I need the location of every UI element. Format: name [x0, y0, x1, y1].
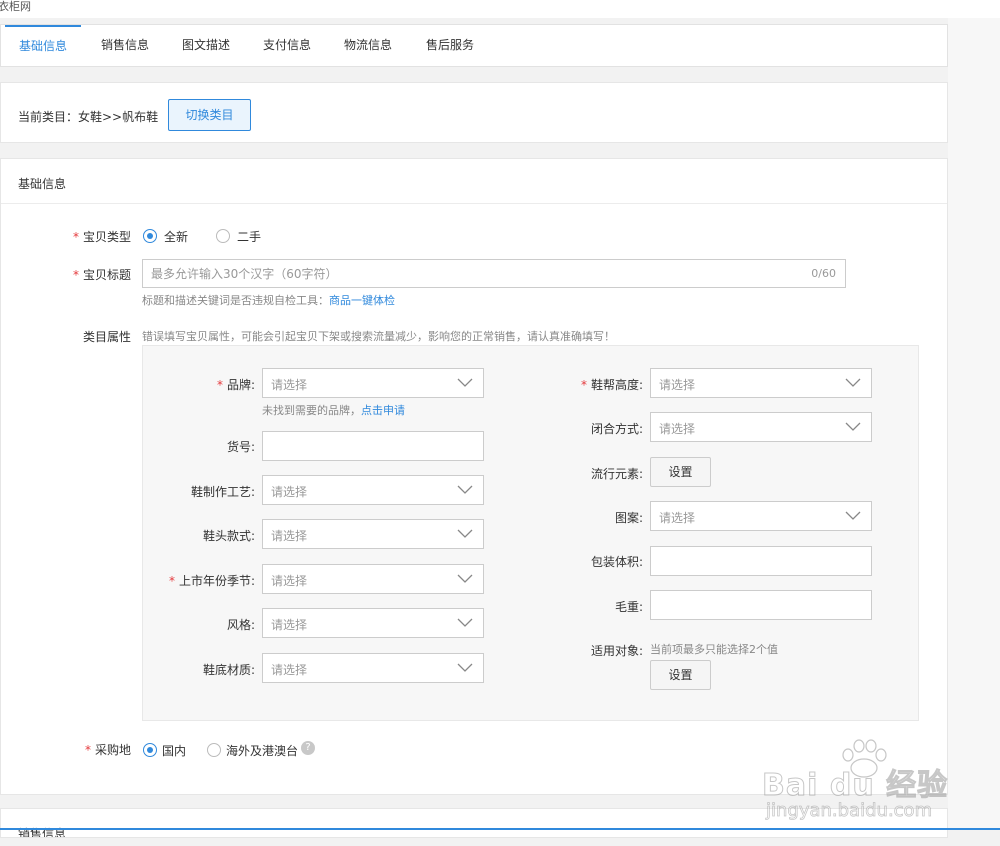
- trend-set-button[interactable]: 设置: [650, 457, 711, 487]
- radio-second-hand-label: 二手: [237, 230, 262, 244]
- item-title-label: * 宝贝标题: [72, 268, 131, 282]
- toe-style-label: 鞋头款式:: [202, 529, 255, 543]
- season-select[interactable]: 请选择: [262, 564, 484, 594]
- item-title-input[interactable]: [143, 260, 793, 287]
- chevron-down-icon: [457, 663, 473, 672]
- attributes-warning: 错误填写宝贝属性，可能会引起宝贝下架或搜索流量减少，影响您的正常销售，请认真准确…: [142, 330, 615, 343]
- craft-label: 鞋制作工艺:: [190, 485, 255, 499]
- chevron-down-icon: [845, 422, 861, 431]
- radio-new-label: 全新: [164, 230, 189, 244]
- tab-payment-info[interactable]: 支付信息: [249, 25, 325, 66]
- tab-logistics-info[interactable]: 物流信息: [330, 25, 406, 66]
- closure-select[interactable]: 请选择: [650, 412, 872, 442]
- radio-overseas[interactable]: [207, 743, 221, 757]
- tab-sales-info[interactable]: 销售信息: [87, 25, 163, 66]
- chevron-down-icon: [457, 485, 473, 494]
- select-placeholder: 请选择: [271, 378, 308, 392]
- select-placeholder: 请选择: [271, 529, 308, 543]
- required-mark: *: [580, 378, 587, 392]
- attributes-box: * 品牌: 请选择 未找到需要的品牌，点击申请 货号: 鞋制作工艺: 请选择 鞋头…: [142, 345, 919, 721]
- package-volume-label: 包装体积:: [590, 555, 643, 569]
- chevron-down-icon: [457, 618, 473, 627]
- chevron-down-icon: [457, 378, 473, 387]
- purchase-place-label: * 采购地: [84, 743, 131, 757]
- chevron-down-icon: [457, 529, 473, 538]
- article-no-input[interactable]: [262, 431, 484, 461]
- item-type-label: * 宝贝类型: [72, 230, 131, 244]
- select-placeholder: 请选择: [271, 485, 308, 499]
- select-placeholder: 请选择: [659, 511, 696, 525]
- radio-second-hand[interactable]: [216, 229, 230, 243]
- basic-info-panel: 基础信息 *宝贝类型 全新 二手 *宝贝标题 0/60 标题和描述关键词是否违规…: [0, 158, 948, 795]
- target-label: 适用对象:: [590, 644, 643, 658]
- title-hint: 标题和描述关键词是否违规自检工具：商品一键体检: [142, 294, 395, 307]
- style-label: 风格:: [226, 618, 255, 632]
- select-placeholder: 请选择: [271, 574, 308, 588]
- package-volume-input[interactable]: [650, 546, 872, 576]
- required-mark: *: [168, 574, 175, 588]
- required-mark: *: [72, 268, 79, 282]
- bottom-accent-line: [0, 828, 1000, 830]
- select-placeholder: 请选择: [659, 422, 696, 436]
- top-strip: 衣柜网: [0, 0, 1000, 18]
- tab-graphic-description[interactable]: 图文描述: [168, 25, 244, 66]
- required-mark: *: [84, 743, 91, 757]
- select-placeholder: 请选择: [271, 618, 308, 632]
- sole-material-label: 鞋底材质:: [202, 663, 255, 677]
- required-mark: *: [72, 230, 79, 244]
- chevron-down-icon: [845, 378, 861, 387]
- select-placeholder: 请选择: [659, 378, 696, 392]
- trend-label: 流行元素:: [590, 467, 643, 481]
- current-category-label: 当前类目：女鞋>>帆布鞋: [18, 110, 159, 124]
- sales-info-title: 销售信息: [18, 827, 67, 838]
- category-attributes-label: 类目属性: [82, 330, 131, 344]
- product-checkup-link[interactable]: 商品一键体检: [329, 294, 395, 307]
- season-label: * 上市年份季节:: [168, 574, 255, 588]
- category-panel: 当前类目：女鞋>>帆布鞋 切换类目: [0, 82, 948, 143]
- select-placeholder: 请选择: [271, 663, 308, 677]
- section-title: 基础信息: [18, 177, 67, 191]
- tab-bar: 基础信息 销售信息 图文描述 支付信息 物流信息 售后服务: [0, 24, 948, 67]
- right-gutter: [948, 18, 1000, 828]
- required-mark: *: [216, 378, 223, 392]
- site-name: 衣柜网: [0, 0, 31, 13]
- pattern-label: 图案:: [614, 511, 643, 525]
- craft-select[interactable]: 请选择: [262, 475, 484, 505]
- tab-after-sales[interactable]: 售后服务: [412, 25, 488, 66]
- sales-info-panel: 销售信息: [0, 808, 948, 838]
- tab-basic-info[interactable]: 基础信息: [5, 25, 81, 66]
- switch-category-button[interactable]: 切换类目: [168, 99, 251, 131]
- radio-domestic-label: 国内: [162, 744, 187, 758]
- target-hint: 当前项最多只能选择2个值: [650, 643, 778, 656]
- heel-height-label: * 鞋帮高度:: [580, 378, 643, 392]
- style-select[interactable]: 请选择: [262, 608, 484, 638]
- target-set-button[interactable]: 设置: [650, 660, 711, 690]
- radio-new[interactable]: [143, 229, 157, 243]
- radio-overseas-label: 海外及港澳台: [226, 744, 299, 758]
- section-header: 基础信息: [1, 159, 947, 204]
- chevron-down-icon: [457, 574, 473, 583]
- closure-label: 闭合方式:: [590, 422, 643, 436]
- item-title-field: 0/60: [142, 259, 846, 288]
- brand-select[interactable]: 请选择: [262, 368, 484, 398]
- gross-weight-label: 毛重:: [614, 600, 643, 614]
- pattern-select[interactable]: 请选择: [650, 501, 872, 531]
- radio-domestic[interactable]: [143, 743, 157, 757]
- question-icon[interactable]: ?: [301, 741, 315, 755]
- toe-style-select[interactable]: 请选择: [262, 519, 484, 549]
- brand-hint: 未找到需要的品牌，点击申请: [262, 404, 405, 417]
- heel-height-select[interactable]: 请选择: [650, 368, 872, 398]
- gross-weight-input[interactable]: [650, 590, 872, 620]
- article-no-label: 货号:: [226, 440, 255, 454]
- brand-label: * 品牌:: [216, 378, 255, 392]
- chevron-down-icon: [845, 511, 861, 520]
- char-counter: 0/60: [811, 267, 836, 280]
- sole-material-select[interactable]: 请选择: [262, 653, 484, 683]
- apply-brand-link[interactable]: 点击申请: [361, 404, 405, 417]
